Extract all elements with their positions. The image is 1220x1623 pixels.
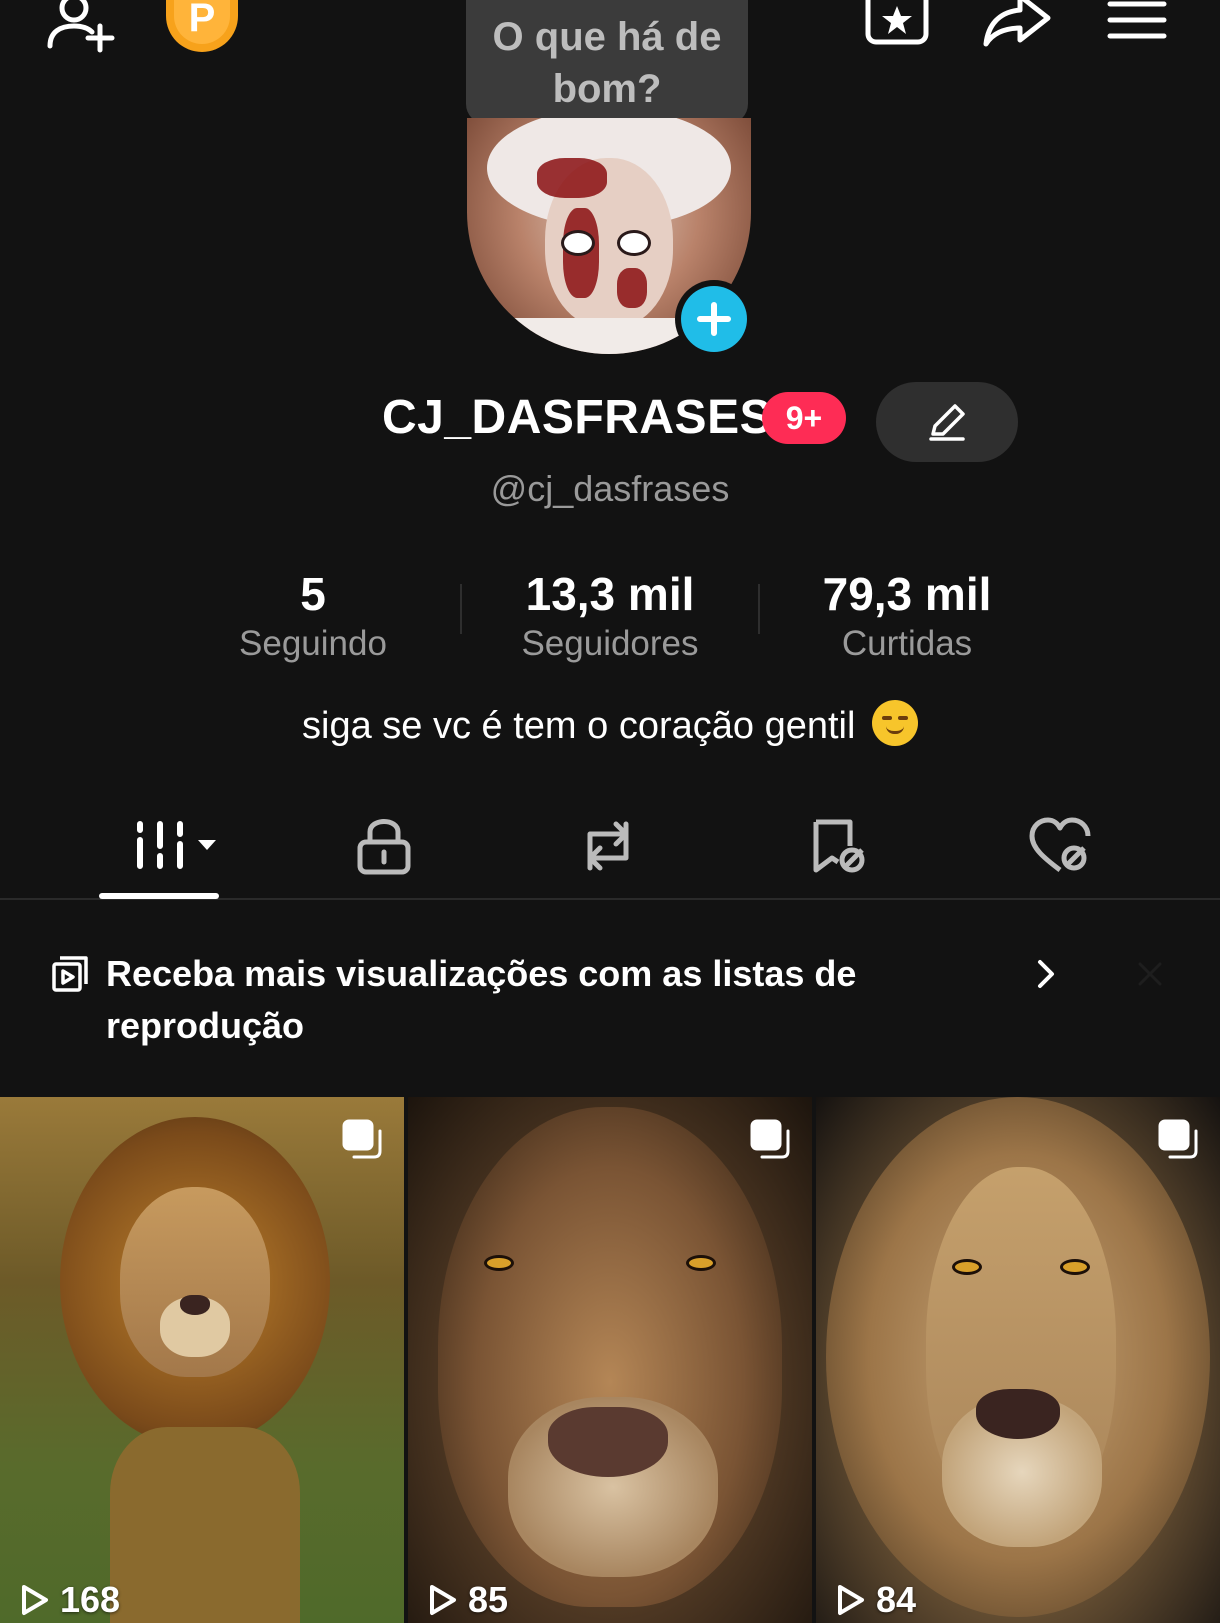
share-icon[interactable] <box>980 0 1054 50</box>
repost-icon <box>587 821 629 871</box>
stat-label: Seguidores <box>521 624 699 663</box>
edit-profile-button[interactable] <box>876 382 1018 462</box>
tab-private[interactable] <box>324 806 444 886</box>
video-grid: 168 85 84 <box>0 1097 1220 1623</box>
view-count: 84 <box>836 1579 916 1621</box>
stat-followers[interactable]: 13,3 mil Seguidores <box>490 568 730 666</box>
tab-liked[interactable] <box>1000 806 1120 886</box>
playlist-banner[interactable]: Receba mais visualizações com as listas … <box>0 902 1220 1096</box>
tab-reposts[interactable] <box>548 806 668 886</box>
stat-value: 13,3 mil <box>525 568 695 620</box>
videos-icon <box>137 821 216 869</box>
multi-image-icon <box>1158 1119 1198 1159</box>
pencil-icon <box>929 404 965 441</box>
add-friend-icon[interactable] <box>44 0 120 56</box>
add-story-button[interactable] <box>675 280 753 358</box>
video-thumbnail[interactable]: 85 <box>408 1097 812 1623</box>
stat-value: 5 <box>300 568 326 620</box>
stat-label: Curtidas <box>841 624 973 663</box>
active-tab-indicator <box>99 893 219 899</box>
stat-following[interactable]: 5 Seguindo <box>193 568 433 666</box>
close-icon[interactable] <box>1136 960 1164 988</box>
lock-icon <box>357 819 411 875</box>
story-prompt-text: O que há de bom? <box>492 15 722 111</box>
notification-badge[interactable]: 9+ <box>762 392 846 444</box>
video-thumbnail[interactable]: 168 <box>0 1097 404 1623</box>
playlist-icon <box>52 956 88 992</box>
stat-likes[interactable]: 79,3 mil Curtidas <box>787 568 1027 666</box>
profile-bio: siga se vc é tem o coração gentil <box>0 700 1220 748</box>
play-icon <box>22 1585 48 1615</box>
multi-image-icon <box>342 1119 382 1159</box>
playlist-banner-text: Receba mais visualizações com as listas … <box>106 953 857 1046</box>
stat-label: Seguindo <box>239 624 387 663</box>
play-icon <box>838 1585 864 1615</box>
chevron-right-icon[interactable] <box>1032 954 1062 994</box>
favorites-hidden-icon <box>813 819 865 873</box>
story-prompt-bubble[interactable]: O que há de bom? <box>466 0 748 124</box>
play-icon <box>430 1585 456 1615</box>
video-thumbnail[interactable]: 84 <box>816 1097 1220 1623</box>
view-count: 168 <box>20 1579 120 1621</box>
menu-icon[interactable] <box>1106 0 1168 44</box>
profile-tabs <box>0 800 1220 900</box>
coin-icon[interactable]: P <box>166 0 238 52</box>
liked-hidden-icon <box>1029 817 1091 872</box>
smiling-face-icon <box>871 700 918 746</box>
username-handle: @cj_dasfrases <box>490 468 730 509</box>
stat-value: 79,3 mil <box>822 568 992 620</box>
bio-text: siga se vc é tem o coração gentil <box>302 705 856 747</box>
stat-divider <box>758 584 760 634</box>
multi-image-icon <box>750 1119 790 1159</box>
profile-name-row: CJ_DASFRASES 9+ <box>0 382 1220 462</box>
tab-videos[interactable] <box>110 806 230 886</box>
tab-favorites[interactable] <box>778 806 898 886</box>
stat-divider <box>460 584 462 634</box>
view-count: 85 <box>428 1579 508 1621</box>
display-name: CJ_DASFRASES <box>382 391 773 444</box>
star-badge-icon[interactable] <box>862 0 932 48</box>
